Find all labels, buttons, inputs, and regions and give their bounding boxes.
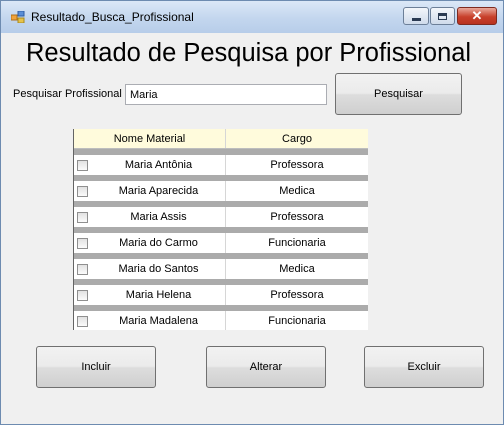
cell-nome: Maria Aparecida xyxy=(92,181,226,201)
cell-nome: Maria Madalena xyxy=(92,311,226,330)
column-header-cargo[interactable]: Cargo xyxy=(226,129,368,148)
cell-nome: Maria do Carmo xyxy=(92,233,226,253)
alterar-button[interactable]: Alterar xyxy=(206,346,326,388)
cell-cargo: Funcionaria xyxy=(268,315,326,327)
cell-nome: Maria do Santos xyxy=(92,259,226,279)
row-checkbox[interactable] xyxy=(77,315,88,327)
row-checkbox[interactable] xyxy=(77,211,88,223)
cell-cargo: Professora xyxy=(270,159,324,171)
cell-cargo: Professora xyxy=(270,211,324,223)
minimize-icon xyxy=(411,17,421,21)
close-icon: ✕ xyxy=(471,8,483,23)
row-checkbox[interactable] xyxy=(77,237,88,249)
close-button[interactable]: ✕ xyxy=(457,7,497,25)
row-checkbox[interactable] xyxy=(77,289,88,301)
maximize-icon xyxy=(438,12,447,20)
cell-cargo: Professora xyxy=(270,289,324,301)
table-row[interactable]: Maria do Carmo Funcionaria xyxy=(74,233,368,253)
form-body: Resultado de Pesquisa por Profissional P… xyxy=(1,33,503,424)
search-button[interactable]: Pesquisar xyxy=(335,73,462,115)
row-checkbox[interactable] xyxy=(77,159,88,171)
cell-nome: Maria Assis xyxy=(92,207,226,227)
page-title: Resultado de Pesquisa por Profissional xyxy=(26,39,472,67)
table-row[interactable]: Maria Antônia Professora xyxy=(74,155,368,175)
cell-cargo: Medica xyxy=(279,263,315,275)
row-checkbox[interactable] xyxy=(77,263,88,275)
table-row[interactable]: Maria Madalena Funcionaria xyxy=(74,311,368,330)
results-grid: Nome Material Cargo Maria Antônia Profes… xyxy=(73,129,368,330)
cell-nome: Maria Antônia xyxy=(92,155,226,175)
cell-cargo: Medica xyxy=(279,185,315,197)
grid-header-row: Nome Material Cargo xyxy=(74,129,368,149)
row-checkbox[interactable] xyxy=(77,185,88,197)
table-row[interactable]: Maria Assis Professora xyxy=(74,207,368,227)
column-header-nome[interactable]: Nome Material xyxy=(74,129,226,148)
cell-cargo: Funcionaria xyxy=(268,237,326,249)
table-row[interactable]: Maria Aparecida Medica xyxy=(74,181,368,201)
cell-nome: Maria Helena xyxy=(92,285,226,305)
incluir-button[interactable]: Incluir xyxy=(36,346,156,388)
excluir-button[interactable]: Excluir xyxy=(364,346,484,388)
search-label: Pesquisar Profissional xyxy=(13,88,122,100)
maximize-button[interactable] xyxy=(430,7,455,25)
search-input[interactable] xyxy=(125,84,327,105)
table-row[interactable]: Maria do Santos Medica xyxy=(74,259,368,279)
window-title: Resultado_Busca_Profissional xyxy=(31,10,194,24)
minimize-button[interactable] xyxy=(403,7,429,25)
title-bar[interactable]: Resultado_Busca_Profissional ✕ xyxy=(1,1,503,33)
app-window-icon xyxy=(11,11,25,23)
app-window: Resultado_Busca_Profissional ✕ Resultado… xyxy=(0,0,504,425)
table-row[interactable]: Maria Helena Professora xyxy=(74,285,368,305)
